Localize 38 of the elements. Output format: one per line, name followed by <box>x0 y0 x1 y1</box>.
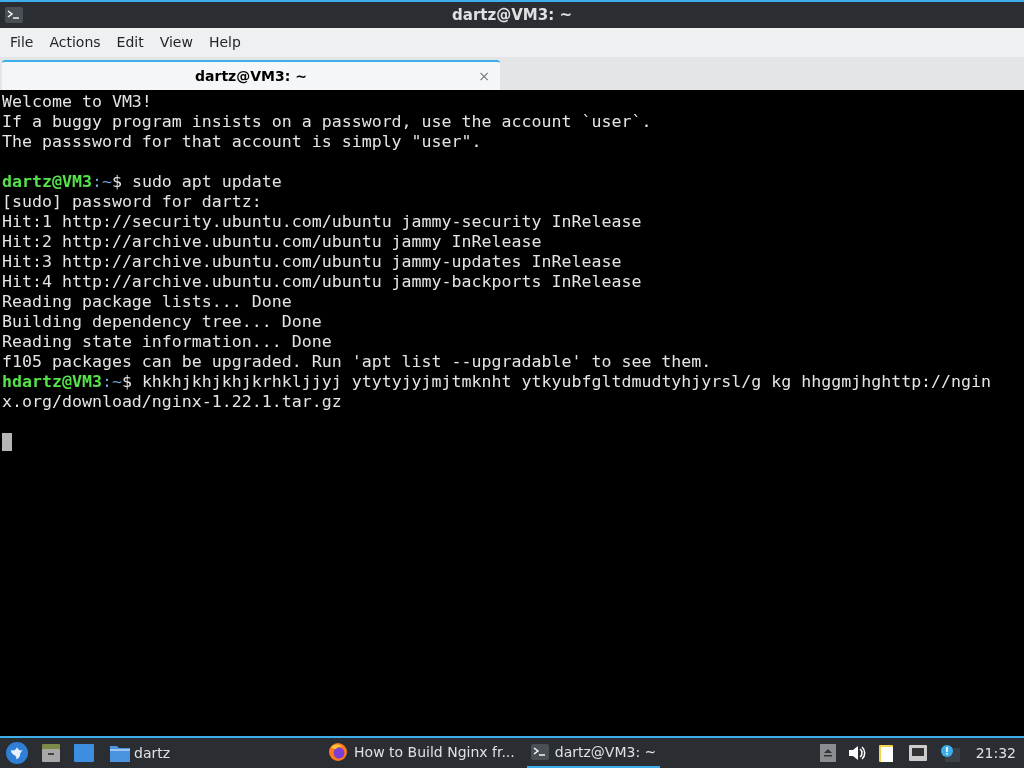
prompt-line: dartz@VM3:~$ sudo apt update <box>2 172 283 192</box>
browser-icon <box>328 742 349 762</box>
clipboard-icon[interactable] <box>877 743 896 763</box>
menu-item[interactable]: File <box>3 32 41 53</box>
taskbar-task[interactable]: How to Build Nginx fr... <box>324 738 519 768</box>
menu-item[interactable]: View <box>152 32 200 53</box>
app-icon <box>5 7 23 23</box>
network-icon[interactable] <box>907 744 928 762</box>
volume-icon[interactable] <box>847 745 866 761</box>
prompt-line: hdartz@VM3:~$ khkhjkhjkhjkrhkljjyj ytytyjyjmjtmknht ytkyubfgltdmudtyhjyrsl/g kg hhggmjhghttp://nginx.org/download/nginx-1.22.1.tar.gz <box>2 372 993 412</box>
terminal-line: [sudo] password for dartz: <box>2 192 263 212</box>
terminal-line: f105 packages can be upgraded. Run 'apt list --upgradable' to see them. <box>2 352 713 372</box>
terminal-line: Building dependency tree... Done <box>2 312 323 332</box>
text-cursor <box>2 433 12 451</box>
folder-button[interactable]: dartz <box>106 738 175 768</box>
menu-item[interactable]: Edit <box>109 32 151 53</box>
terminal-line: Reading package lists... Done <box>2 292 293 312</box>
terminal-line: The passsword for that account is simply "user". <box>2 132 483 152</box>
terminal-line: Hit:2 http://archive.ubuntu.com/ubuntu jammy InRelease <box>2 232 543 252</box>
terminal-line: Welcome to VM3! <box>2 92 153 112</box>
terminal-line: Reading state information... Done <box>2 332 333 352</box>
taskbar-task[interactable]: dartz@VM3: ~ <box>526 738 661 768</box>
file-cabinet-icon[interactable] <box>40 742 62 764</box>
start-menu-icon[interactable] <box>6 742 28 764</box>
notification-icon[interactable] <box>939 744 960 762</box>
clock[interactable]: 21:32 <box>975 742 1016 764</box>
terminal-line: If a buggy program insists on a password, use the account `user`. <box>2 112 653 132</box>
eject-icon[interactable] <box>819 744 836 762</box>
terminal-tab[interactable]: dartz@VM3: ~ × <box>2 60 500 90</box>
terminal-line: Hit:1 http://security.ubuntu.com/ubuntu jammy-security InRelease <box>2 212 643 232</box>
terminal-icon <box>530 744 549 760</box>
menu-item[interactable]: Actions <box>42 32 108 53</box>
close-tab-button[interactable]: × <box>478 65 490 87</box>
window-title: dartz@VM3: ~ <box>452 4 572 26</box>
menu-item[interactable]: Help <box>201 32 248 53</box>
terminal-line: Hit:4 http://archive.ubuntu.com/ubuntu jammy-backports InRelease <box>2 272 643 292</box>
terminal-line: Hit:3 http://archive.ubuntu.com/ubuntu jammy-updates InRelease <box>2 252 623 272</box>
folder-icon <box>110 744 130 762</box>
